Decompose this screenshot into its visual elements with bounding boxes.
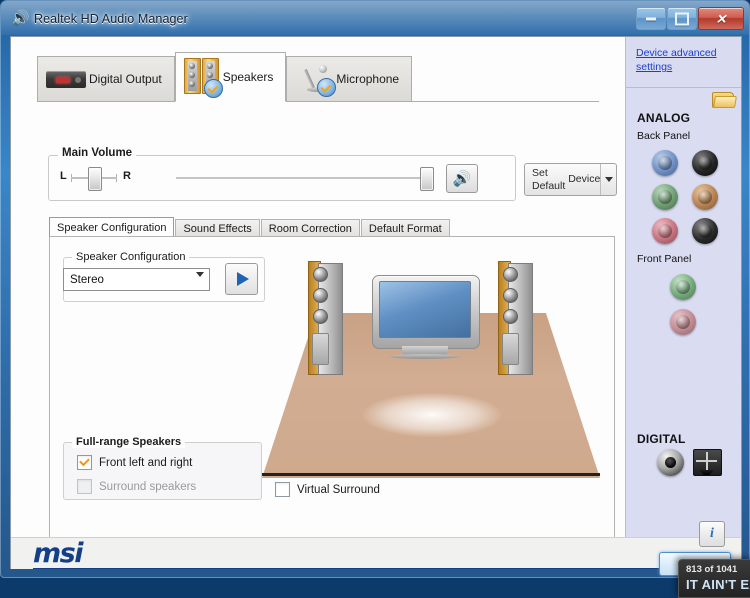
speaker-mute-button[interactable]: 🔊: [446, 164, 478, 193]
front-right-speaker-graphic[interactable]: [498, 261, 533, 375]
info-button[interactable]: i: [699, 521, 725, 547]
speaker-icon: 🔊: [11, 10, 30, 27]
checkbox-virtual-surround-label: Virtual Surround: [297, 483, 380, 496]
overlay-counter: 813 of 1041: [686, 564, 738, 575]
titlebar: 🔊 Realtek HD Audio Manager ✕: [0, 0, 750, 36]
overlay-text: IT AIN'T EA: [686, 577, 750, 592]
screen: 🔊 Realtek HD Audio Manager ✕ Digital Out…: [0, 0, 750, 598]
checkbox-surround-speakers-label: Surround speakers: [99, 480, 197, 493]
back-panel-label: Back Panel: [637, 130, 691, 142]
footer-bar: msi insist on the best: [11, 537, 741, 569]
tab-speakers[interactable]: Speakers: [174, 52, 287, 102]
full-range-speakers-label: Full-range Speakers: [72, 436, 186, 448]
tab-digital-output-label: Digital Output: [89, 72, 162, 86]
default-device-check-icon: [203, 79, 223, 98]
orange-jack-back[interactable]: [692, 184, 718, 210]
speaker-layout-illustration: [262, 253, 600, 478]
front-mic-in-jack[interactable]: [670, 309, 696, 335]
checkbox-virtual-surround-box[interactable]: [275, 482, 290, 497]
checkbox-surround-speakers-box: [77, 479, 92, 494]
tab-speaker-configuration[interactable]: Speaker Configuration: [49, 217, 175, 237]
coaxial-spdif-jack[interactable]: [657, 449, 684, 476]
screenshot-counter-overlay: 813 of 1041 IT AIN'T EA: [678, 559, 750, 598]
tab-room-correction[interactable]: Room Correction: [260, 219, 360, 237]
set-default-device-button[interactable]: Set Default Device: [524, 163, 617, 196]
device-tabs: Digital Output Speakers Microphone: [37, 52, 413, 102]
play-icon: [237, 272, 249, 286]
checkbox-front-left-and-right-label: Front left and right: [99, 456, 193, 469]
front-line-out-jack[interactable]: [670, 274, 696, 300]
checkbox-virtual-surround[interactable]: Virtual Surround: [275, 482, 380, 497]
digital-output-icon: [46, 68, 86, 90]
tab-microphone[interactable]: Microphone: [286, 56, 413, 102]
volume-slider-track[interactable]: [176, 177, 426, 179]
set-default-device-label: Set Default Device: [532, 167, 601, 192]
analog-section-title: ANALOG: [637, 111, 691, 125]
msi-wordmark: msi: [33, 538, 83, 569]
chevron-down-icon: [196, 272, 204, 294]
mic-check-icon: [317, 78, 337, 97]
set-default-dropdown[interactable]: [600, 164, 616, 195]
window-title: Realtek HD Audio Manager: [34, 12, 188, 26]
maximize-button[interactable]: [667, 7, 697, 30]
tab-default-format[interactable]: Default Format: [360, 219, 450, 237]
digital-section-title: DIGITAL: [637, 432, 686, 446]
monitor-graphic: [372, 275, 480, 360]
client-area: Digital Output Speakers Microphone L R 🔊…: [10, 36, 742, 569]
checkbox-surround-speakers: Surround speakers: [77, 479, 196, 494]
speakers-icon: [183, 58, 223, 98]
tab-sound-effects[interactable]: Sound Effects: [175, 219, 260, 237]
device-advanced-settings-link[interactable]: Device advanced settings: [636, 46, 736, 74]
balance-left-label: L: [60, 170, 67, 182]
sub-tabs: Speaker Configuration Sound Effects Room…: [49, 217, 451, 237]
microphone-icon: [295, 63, 337, 97]
line-out-jack[interactable]: [652, 184, 678, 210]
info-icon: i: [710, 526, 714, 541]
volume-slider-thumb[interactable]: [420, 167, 434, 191]
play-test-button[interactable]: [225, 263, 258, 295]
main-content: Digital Output Speakers Microphone L R 🔊…: [11, 37, 625, 551]
folder-icon[interactable]: [712, 90, 737, 108]
minimize-button[interactable]: [636, 7, 666, 30]
speaker-config-value: Stereo: [70, 273, 104, 286]
checkbox-front-left-and-right-box[interactable]: [77, 455, 92, 470]
tab-digital-output[interactable]: Digital Output: [37, 56, 175, 102]
chevron-down-icon: [604, 177, 613, 182]
tab-speakers-label: Speakers: [222, 70, 274, 84]
line-in-jack[interactable]: [652, 150, 678, 176]
front-left-speaker-graphic[interactable]: [308, 261, 343, 375]
front-panel-label: Front Panel: [637, 253, 692, 265]
msi-logo: msi insist on the best: [33, 540, 673, 569]
sidebar-header: Device advanced settings: [626, 37, 741, 88]
listening-position-glow: [362, 393, 502, 437]
main-volume-label: Main Volume: [58, 147, 137, 159]
speaker-config-label: Speaker Configuration: [72, 251, 190, 263]
optical-spdif-port[interactable]: [693, 449, 722, 476]
volume-icon: 🔊: [452, 170, 472, 187]
device-sidebar: Device advanced settings ANALOG Back Pan…: [625, 37, 741, 537]
tab-microphone-label: Microphone: [336, 72, 400, 86]
mic-in-jack[interactable]: [652, 218, 678, 244]
black-jack-back[interactable]: [692, 150, 718, 176]
balance-slider-thumb[interactable]: [88, 167, 102, 191]
black-jack-back-2[interactable]: [692, 218, 718, 244]
speaker-configuration-panel: Speaker Configuration Stereo Full-range …: [49, 236, 615, 551]
window-controls: ✕: [635, 7, 744, 30]
speaker-config-select[interactable]: Stereo: [63, 268, 210, 294]
close-button[interactable]: ✕: [698, 7, 744, 30]
checkbox-front-left-and-right[interactable]: Front left and right: [77, 455, 192, 470]
main-volume-group: L R 🔊: [48, 155, 516, 201]
balance-right-label: R: [123, 170, 131, 182]
